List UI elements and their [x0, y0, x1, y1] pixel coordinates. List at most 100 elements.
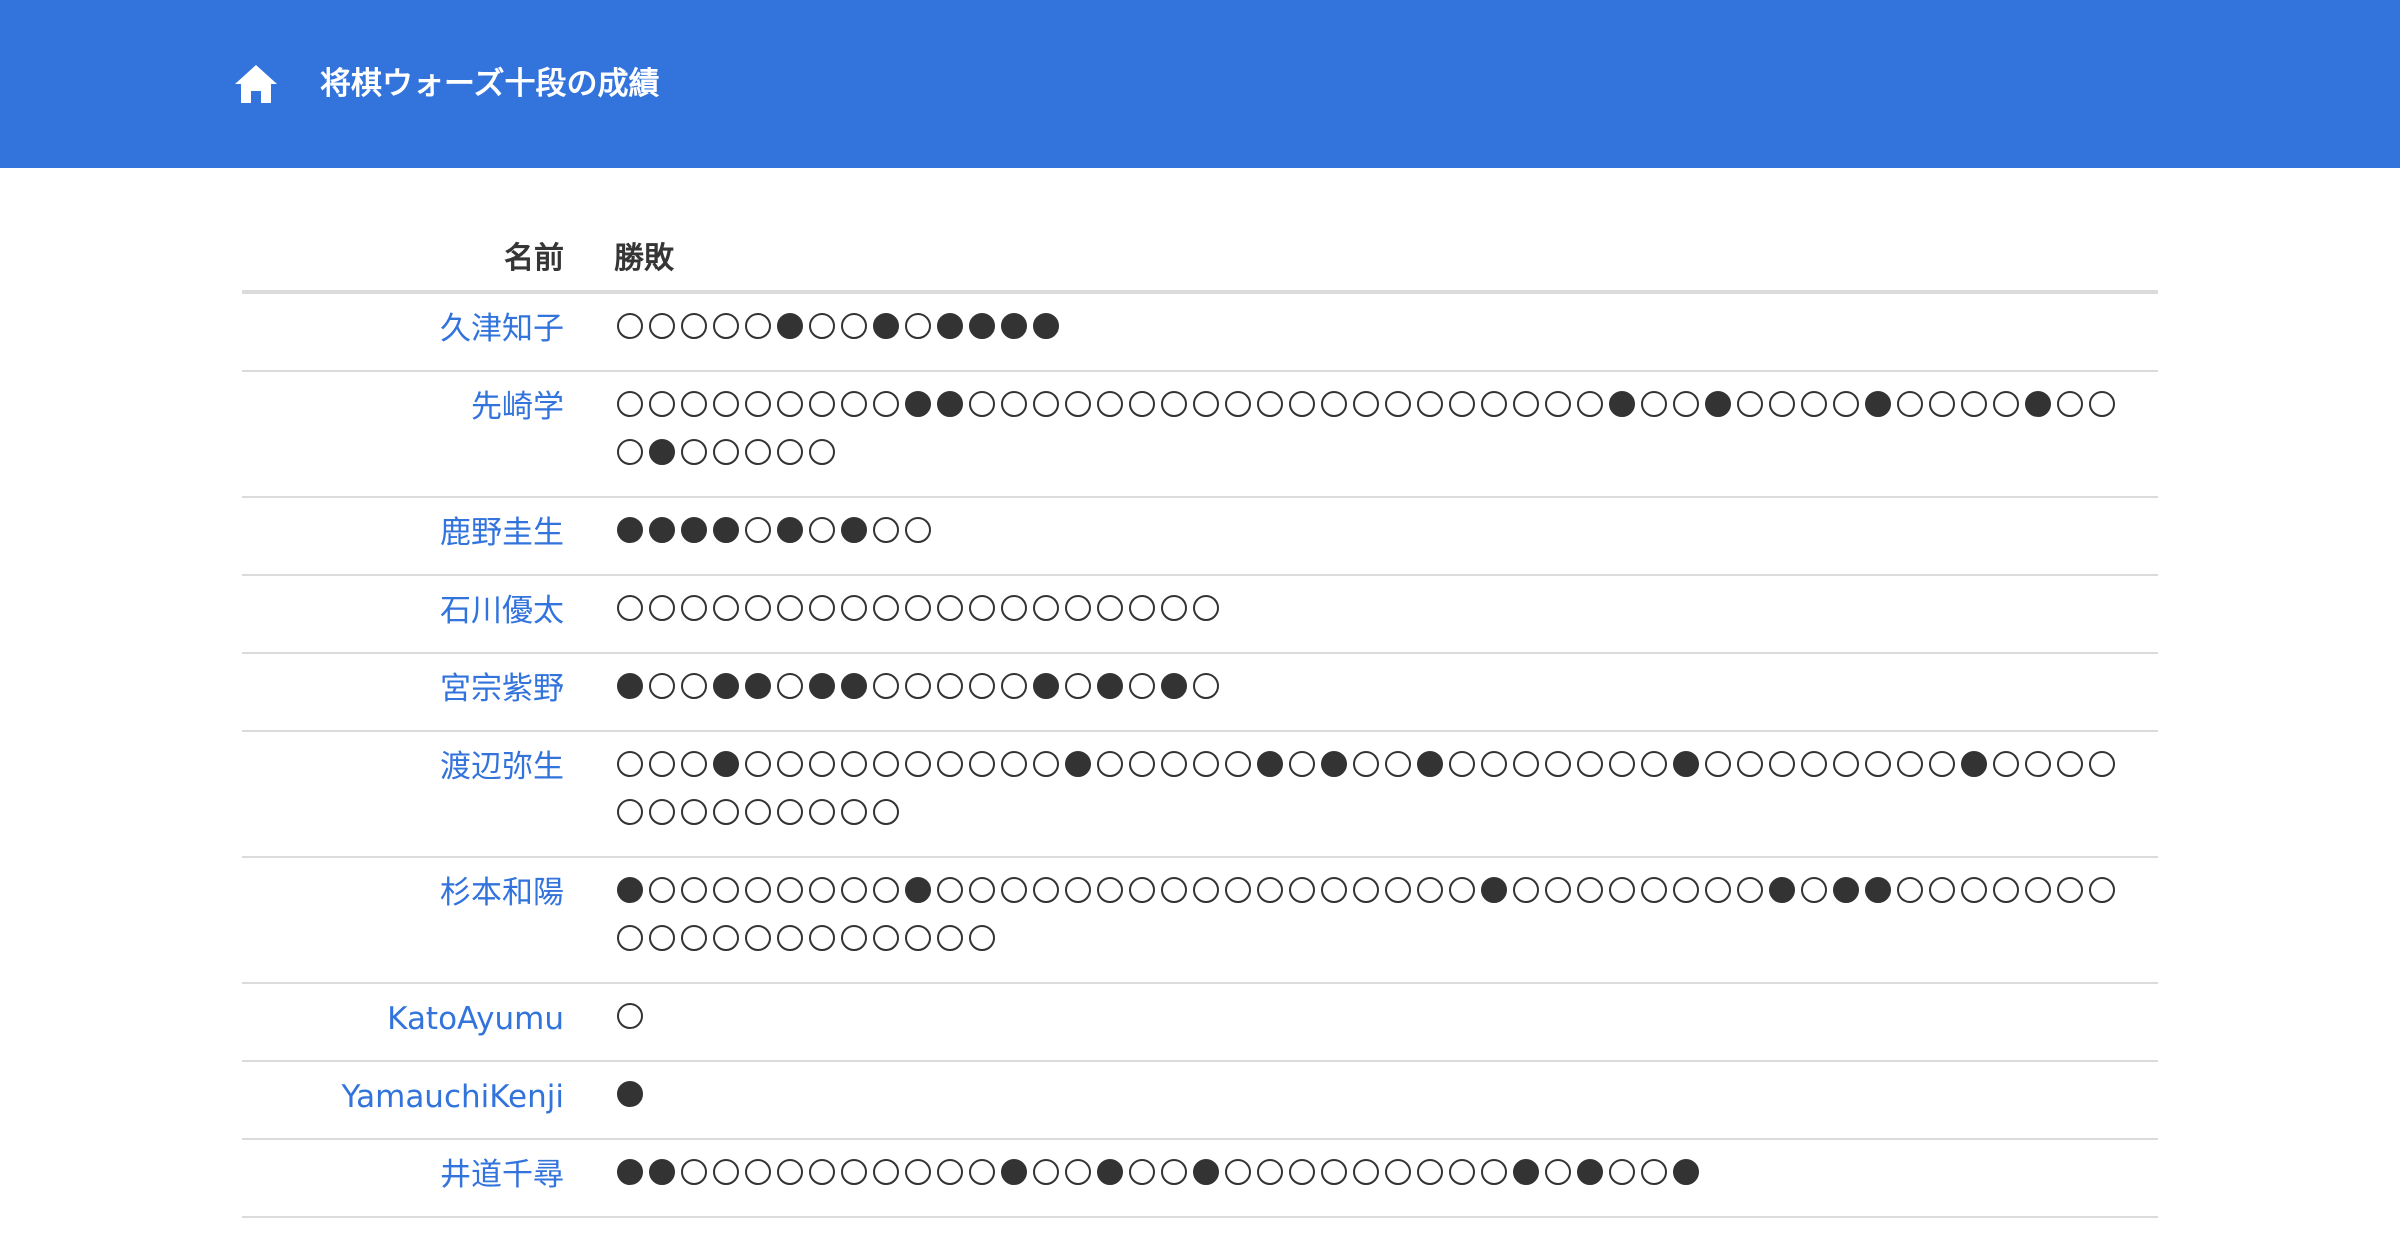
win-mark — [806, 1158, 838, 1206]
win-mark — [774, 594, 806, 642]
win-mark — [1350, 1158, 1382, 1206]
loss-mark — [1670, 1158, 1702, 1206]
win-mark — [678, 924, 710, 972]
win-mark — [742, 798, 774, 846]
player-name-cell: 久津知子 — [242, 292, 588, 372]
win-mark — [966, 876, 998, 924]
win-mark — [646, 876, 678, 924]
win-mark — [806, 594, 838, 642]
win-mark — [1478, 1158, 1510, 1206]
loss-mark — [710, 750, 742, 798]
win-mark — [1126, 1158, 1158, 1206]
win-mark — [838, 750, 870, 798]
table-row: 渡辺弥生 — [242, 731, 2158, 858]
loss-mark — [966, 312, 998, 360]
loss-mark — [838, 516, 870, 564]
win-mark — [774, 438, 806, 486]
win-mark — [806, 438, 838, 486]
win-mark — [838, 798, 870, 846]
loss-mark — [1862, 876, 1894, 924]
player-name-link[interactable]: 石川優太 — [440, 593, 564, 629]
win-mark — [742, 516, 774, 564]
win-mark — [1638, 1158, 1670, 1206]
win-mark — [2086, 876, 2118, 924]
win-mark — [678, 750, 710, 798]
result-marks — [614, 1080, 2118, 1128]
win-mark — [2022, 876, 2054, 924]
player-name-link[interactable]: 杉本和陽 — [440, 875, 564, 911]
win-mark — [678, 594, 710, 642]
loss-mark — [1574, 1158, 1606, 1206]
player-name-link[interactable]: 鹿野圭生 — [440, 515, 564, 551]
win-mark — [774, 798, 806, 846]
win-mark — [1030, 750, 1062, 798]
win-mark — [646, 798, 678, 846]
win-mark — [1606, 876, 1638, 924]
loss-mark — [678, 516, 710, 564]
loss-mark — [934, 312, 966, 360]
win-mark — [1894, 876, 1926, 924]
loss-mark — [1830, 876, 1862, 924]
win-mark — [1190, 876, 1222, 924]
player-name-link[interactable]: 渡辺弥生 — [440, 749, 564, 785]
win-mark — [774, 876, 806, 924]
win-mark — [1222, 876, 1254, 924]
win-mark — [998, 594, 1030, 642]
win-mark — [1222, 1158, 1254, 1206]
player-name-link[interactable]: 久津知子 — [440, 311, 564, 347]
results-cell — [588, 857, 2158, 984]
result-marks — [614, 390, 2118, 486]
win-mark — [1798, 390, 1830, 438]
win-mark — [1158, 594, 1190, 642]
loss-mark — [1766, 876, 1798, 924]
win-mark — [1254, 1158, 1286, 1206]
win-mark — [1574, 750, 1606, 798]
win-mark — [1478, 390, 1510, 438]
loss-mark — [646, 516, 678, 564]
loss-mark — [1862, 390, 1894, 438]
win-mark — [902, 750, 934, 798]
win-mark — [1030, 594, 1062, 642]
win-mark — [710, 798, 742, 846]
win-mark — [1670, 876, 1702, 924]
win-mark — [678, 672, 710, 720]
loss-mark — [998, 1158, 1030, 1206]
win-mark — [1062, 1158, 1094, 1206]
player-name-link[interactable]: YamauchiKenji — [341, 1079, 564, 1115]
loss-mark — [742, 672, 774, 720]
win-mark — [1094, 594, 1126, 642]
loss-mark — [710, 516, 742, 564]
home-link[interactable] — [233, 63, 279, 105]
player-name-link[interactable]: KatoAyumu — [387, 1001, 564, 1037]
win-mark — [1030, 1158, 1062, 1206]
loss-mark — [806, 672, 838, 720]
results-cell — [588, 575, 2158, 654]
win-mark — [1542, 750, 1574, 798]
player-name-link[interactable]: 先崎学 — [471, 389, 564, 425]
win-mark — [1126, 750, 1158, 798]
win-mark — [1382, 390, 1414, 438]
win-mark — [902, 516, 934, 564]
win-mark — [710, 876, 742, 924]
results-table-container: 名前 勝敗 久津知子 先崎学 鹿野圭生 石川優太 宮宗紫野 渡辺弥生 杉本和陽 KatoAyu… — [242, 220, 2158, 1218]
loss-mark — [774, 516, 806, 564]
win-mark — [1766, 390, 1798, 438]
win-mark — [1542, 390, 1574, 438]
table-body: 久津知子先崎学鹿野圭生石川優太宮宗紫野渡辺弥生杉本和陽 KatoAyumu Yama… — [242, 292, 2158, 1218]
win-mark — [1286, 390, 1318, 438]
win-mark — [646, 672, 678, 720]
win-mark — [1606, 1158, 1638, 1206]
result-marks — [614, 312, 2118, 360]
win-mark — [902, 672, 934, 720]
win-mark — [678, 876, 710, 924]
win-mark — [1734, 750, 1766, 798]
player-name-link[interactable]: 井道千尋 — [440, 1157, 564, 1193]
win-mark — [1158, 1158, 1190, 1206]
win-mark — [966, 750, 998, 798]
win-mark — [1158, 750, 1190, 798]
player-name-link[interactable]: 宮宗紫野 — [440, 671, 564, 707]
win-mark — [1638, 390, 1670, 438]
win-mark — [1798, 876, 1830, 924]
win-mark — [902, 312, 934, 360]
win-mark — [678, 1158, 710, 1206]
